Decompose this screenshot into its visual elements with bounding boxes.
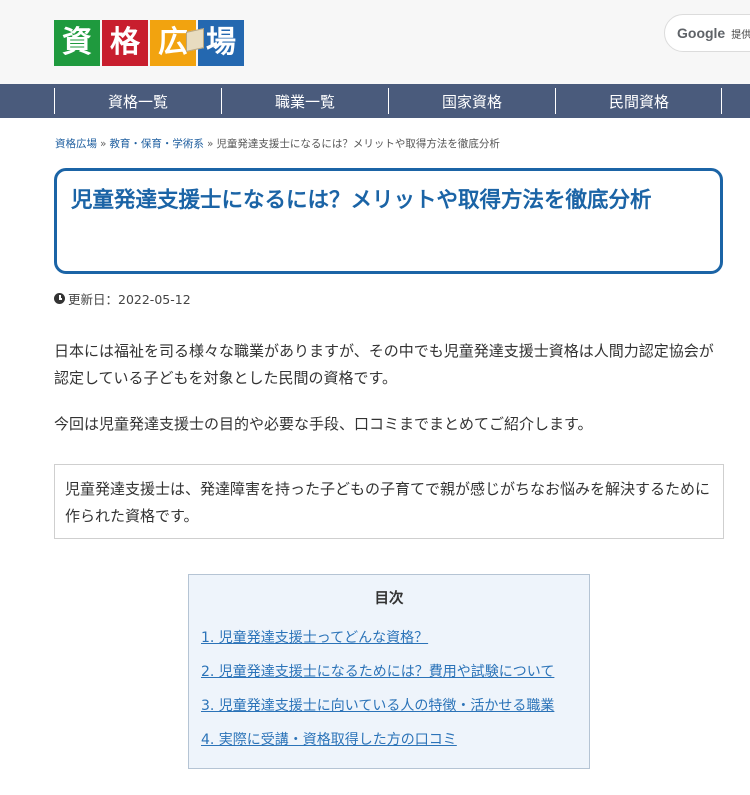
updated-date: 更新日：2022-05-12	[54, 289, 191, 308]
book-icon	[186, 28, 204, 52]
nav-item-national[interactable]: 国家資格	[388, 88, 555, 114]
google-provided-label: 提供	[731, 29, 750, 41]
site-header: 資 格 広 場 Google 提供	[0, 0, 750, 84]
google-search-button[interactable]: Google 提供	[664, 14, 750, 52]
toc-item[interactable]: 3. 児童発達支援士に向いている人の特徴・活かせる職業	[201, 695, 554, 715]
main-nav: 資格一覧 職業一覧 国家資格 民間資格	[0, 84, 750, 118]
site-logo[interactable]: 資 格 広 場	[54, 20, 246, 66]
logo-char: 資	[54, 20, 100, 66]
toc-title: 目次	[374, 591, 404, 607]
toc-item[interactable]: 4. 実際に受講・資格取得した方の口コミ	[201, 729, 457, 749]
intro-paragraph: 今回は児童発達支援士の目的や必要な手段、口コミまでまとめてご紹介します。	[54, 415, 593, 433]
logo-char: 格	[102, 20, 148, 66]
toc-item[interactable]: 2. 児童発達支援士になるためには？費用や試験について	[201, 661, 554, 681]
breadcrumb-separator: »	[206, 138, 214, 150]
logo-char: 場	[198, 20, 244, 66]
breadcrumb-separator: »	[100, 138, 107, 150]
table-of-contents: 目次 1. 児童発達支援士ってどんな資格？ 2. 児童発達支援士になるためには？…	[188, 574, 590, 769]
breadcrumb-current: 児童発達支援士になるには？メリットや取得方法を徹底分析	[216, 138, 500, 150]
breadcrumb-home-link[interactable]: 資格広場	[55, 138, 97, 150]
updated-date-text: 更新日：2022-05-12	[68, 292, 191, 307]
google-brand: Google	[677, 25, 726, 41]
nav-item-qualifications[interactable]: 資格一覧	[54, 88, 221, 114]
toc-item[interactable]: 1. 児童発達支援士ってどんな資格？	[201, 627, 428, 647]
breadcrumb: 資格広場» 教育・保育・学術系» 児童発達支援士になるには？メリットや取得方法を徹底…	[55, 136, 500, 151]
intro-paragraph: 日本には福祉を司る様々な職業がありますが、その中でも児童発達支援士資格は人間力認…	[54, 342, 714, 387]
clock-icon	[54, 293, 65, 304]
nav-divider	[721, 88, 722, 114]
article-title-box: 児童発達支援士になるには？メリットや取得方法を徹底分析	[54, 168, 723, 274]
article-title: 児童発達支援士になるには？メリットや取得方法を徹底分析	[71, 188, 652, 213]
summary-box: 児童発達支援士は、発達障害を持った子どもの子育てで親が感じがちなお悩みを解決する…	[54, 464, 724, 539]
breadcrumb-category-link[interactable]: 教育・保育・学術系	[109, 138, 204, 150]
nav-item-private[interactable]: 民間資格	[555, 88, 722, 114]
nav-item-jobs[interactable]: 職業一覧	[221, 88, 388, 114]
